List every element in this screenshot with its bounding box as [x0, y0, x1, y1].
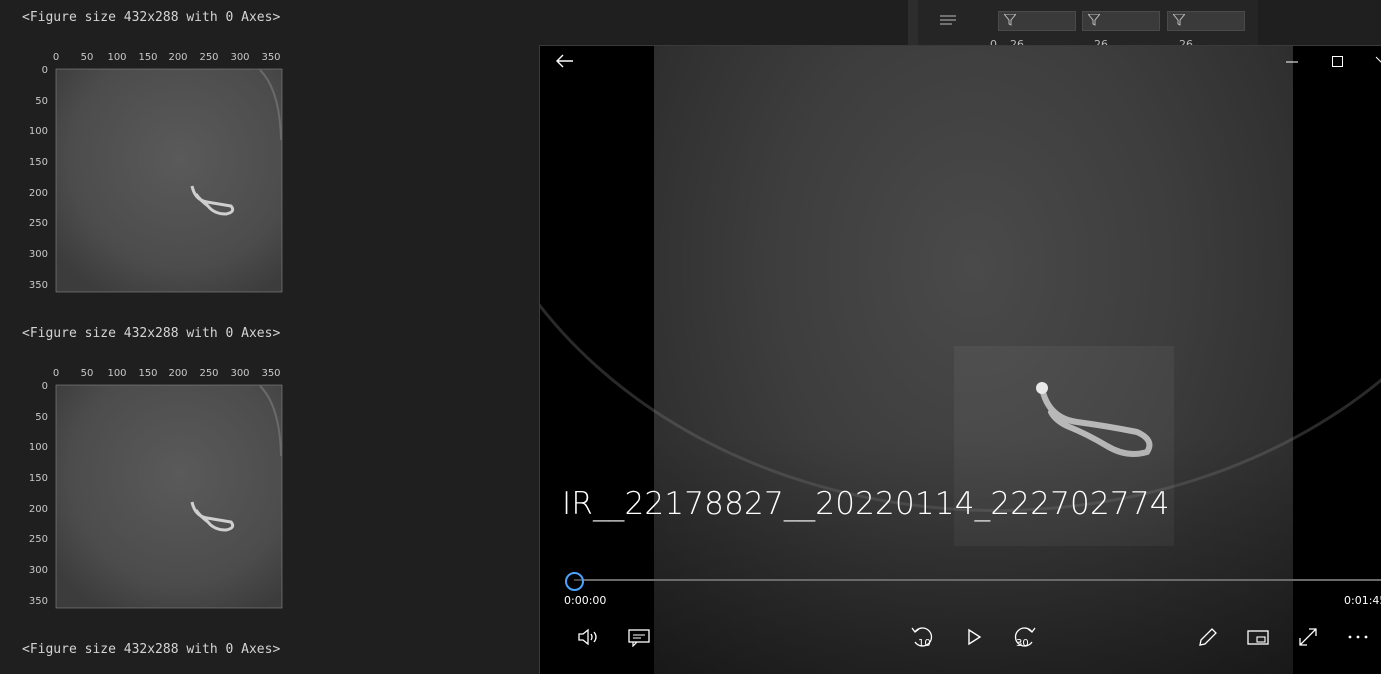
image-figure: 0 50 100 150 200 250 300 350 0 50 100 15… — [20, 360, 290, 610]
captions-button[interactable] — [622, 622, 656, 652]
y-tick: 200 — [29, 504, 48, 515]
x-tick: 350 — [261, 368, 280, 379]
skip-forward-icon: 30 — [1014, 627, 1036, 649]
x-tick: 250 — [199, 368, 218, 379]
background-spreadsheet: 0 26 26 26 — [908, 0, 1258, 51]
figure-output-text: <Figure size 432x288 with 0 Axes> — [22, 10, 281, 25]
y-tick: 150 — [29, 157, 48, 168]
seek-thumb[interactable] — [565, 572, 584, 591]
fullscreen-icon — [1299, 628, 1317, 646]
y-tick: 250 — [29, 218, 48, 229]
x-tick: 300 — [230, 52, 249, 63]
filter-icon — [1088, 14, 1100, 26]
x-tick: 250 — [199, 52, 218, 63]
more-button[interactable] — [1341, 622, 1375, 652]
play-icon — [968, 628, 982, 646]
image-figure: 0 50 100 150 200 250 300 350 0 50 100 15… — [20, 44, 290, 294]
captions-icon — [628, 629, 650, 647]
more-icon — [1348, 635, 1368, 639]
close-icon — [1375, 56, 1381, 63]
filter-icon — [1173, 14, 1185, 26]
x-tick: 0 — [53, 52, 59, 63]
y-tick: 200 — [29, 188, 48, 199]
x-tick: 150 — [138, 52, 157, 63]
y-tick: 100 — [29, 126, 48, 137]
minimize-button[interactable] — [1285, 54, 1299, 73]
seek-bar[interactable] — [574, 579, 1381, 581]
x-tick: 100 — [107, 368, 126, 379]
current-time: 0:00:00 — [564, 594, 607, 607]
y-tick: 100 — [29, 442, 48, 453]
svg-text:10: 10 — [918, 638, 931, 649]
back-button[interactable] — [555, 53, 575, 73]
duration: 0:01:45 — [1344, 594, 1381, 607]
svg-text:30: 30 — [1016, 638, 1029, 649]
y-tick: 300 — [29, 565, 48, 576]
y-tick: 300 — [29, 249, 48, 260]
y-tick: 250 — [29, 534, 48, 545]
column-filter[interactable] — [1167, 11, 1245, 31]
x-tick: 100 — [107, 52, 126, 63]
y-tick: 50 — [35, 412, 48, 423]
y-tick: 350 — [29, 280, 48, 291]
miniplayer-icon — [1247, 630, 1269, 645]
skip-back-button[interactable]: 10 — [906, 622, 940, 652]
x-tick: 50 — [81, 52, 94, 63]
skip-back-icon: 10 — [911, 627, 933, 649]
volume-button[interactable] — [572, 622, 606, 652]
maximize-button[interactable] — [1331, 54, 1345, 73]
y-tick: 150 — [29, 473, 48, 484]
x-tick: 150 — [138, 368, 157, 379]
fullscreen-button[interactable] — [1291, 622, 1325, 652]
miniplayer-button[interactable] — [1241, 622, 1275, 652]
x-tick: 200 — [168, 368, 187, 379]
maximize-icon — [1332, 56, 1343, 67]
x-tick: 50 — [81, 368, 94, 379]
x-tick: 300 — [230, 368, 249, 379]
y-tick: 0 — [42, 381, 48, 392]
filter-icon — [1004, 14, 1016, 26]
figure-output-text: <Figure size 432x288 with 0 Axes> — [22, 326, 281, 341]
close-button[interactable] — [1375, 54, 1381, 73]
x-tick: 350 — [261, 52, 280, 63]
skip-forward-button[interactable]: 30 — [1007, 622, 1041, 652]
list-icon[interactable] — [940, 14, 958, 26]
video-title: IR__22178827__20220114_222702774 — [562, 486, 1170, 522]
pencil-icon — [1199, 628, 1217, 646]
back-arrow-icon — [556, 54, 573, 68]
y-tick: 0 — [42, 65, 48, 76]
y-tick: 350 — [29, 596, 48, 607]
edit-button[interactable] — [1191, 622, 1225, 652]
column-filter[interactable] — [998, 11, 1076, 31]
figure-output-text: <Figure size 432x288 with 0 Axes> — [22, 642, 281, 657]
media-player-window: IR__22178827__20220114_222702774 0:00:00… — [539, 45, 1381, 674]
play-button[interactable] — [957, 622, 991, 652]
y-tick: 50 — [35, 96, 48, 107]
x-tick: 200 — [168, 52, 187, 63]
minimize-icon — [1286, 61, 1298, 63]
column-filter[interactable] — [1082, 11, 1160, 31]
volume-icon — [578, 628, 597, 646]
x-tick: 0 — [53, 368, 59, 379]
